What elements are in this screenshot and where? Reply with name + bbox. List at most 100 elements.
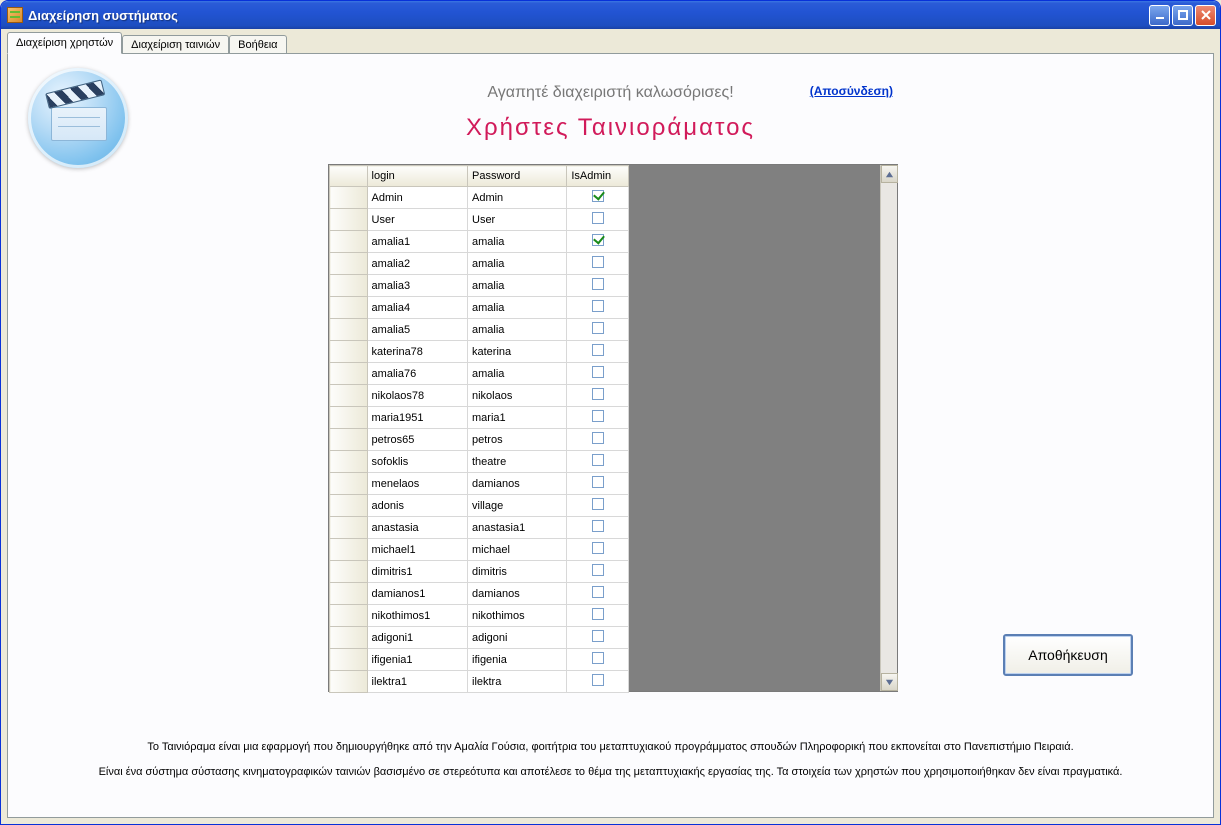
- cell-isadmin[interactable]: [567, 341, 629, 363]
- col-password[interactable]: Password: [468, 166, 567, 187]
- isadmin-checkbox[interactable]: [592, 498, 604, 510]
- table-row[interactable]: adonisvillage: [330, 495, 629, 517]
- row-header-corner[interactable]: [330, 166, 368, 187]
- cell-password[interactable]: amalia: [468, 275, 567, 297]
- row-header[interactable]: [330, 407, 368, 429]
- users-table[interactable]: login Password IsAdmin AdminAdminUserUse…: [329, 165, 629, 693]
- isadmin-checkbox[interactable]: [592, 564, 604, 576]
- row-header[interactable]: [330, 517, 368, 539]
- cell-password[interactable]: michael: [468, 539, 567, 561]
- users-grid[interactable]: login Password IsAdmin AdminAdminUserUse…: [328, 164, 898, 692]
- isadmin-checkbox[interactable]: [592, 630, 604, 642]
- table-row[interactable]: anastasiaanastasia1: [330, 517, 629, 539]
- cell-login[interactable]: amalia3: [367, 275, 467, 297]
- row-header[interactable]: [330, 319, 368, 341]
- row-header[interactable]: [330, 297, 368, 319]
- cell-isadmin[interactable]: [567, 451, 629, 473]
- isadmin-checkbox[interactable]: [592, 344, 604, 356]
- cell-password[interactable]: maria1: [468, 407, 567, 429]
- cell-isadmin[interactable]: [567, 363, 629, 385]
- row-header[interactable]: [330, 429, 368, 451]
- table-row[interactable]: amalia76amalia: [330, 363, 629, 385]
- table-row[interactable]: nikothimos1nikothimos: [330, 605, 629, 627]
- cell-login[interactable]: amalia5: [367, 319, 467, 341]
- cell-login[interactable]: nikolaos78: [367, 385, 467, 407]
- cell-isadmin[interactable]: [567, 297, 629, 319]
- isadmin-checkbox[interactable]: [592, 322, 604, 334]
- grid-scrollbar[interactable]: [880, 165, 897, 691]
- table-row[interactable]: menelaosdamianos: [330, 473, 629, 495]
- cell-password[interactable]: katerina: [468, 341, 567, 363]
- cell-password[interactable]: adigoni: [468, 627, 567, 649]
- isadmin-checkbox[interactable]: [592, 256, 604, 268]
- cell-password[interactable]: theatre: [468, 451, 567, 473]
- save-button[interactable]: Αποθήκευση: [1003, 634, 1133, 676]
- tab-users[interactable]: Διαχείριση χρηστών: [7, 32, 122, 54]
- cell-login[interactable]: anastasia: [367, 517, 467, 539]
- isadmin-checkbox[interactable]: [592, 542, 604, 554]
- row-header[interactable]: [330, 363, 368, 385]
- row-header[interactable]: [330, 627, 368, 649]
- cell-login[interactable]: amalia2: [367, 253, 467, 275]
- table-row[interactable]: maria1951maria1: [330, 407, 629, 429]
- tab-help[interactable]: Βοήθεια: [229, 35, 286, 54]
- table-row[interactable]: amalia2amalia: [330, 253, 629, 275]
- cell-password[interactable]: amalia: [468, 319, 567, 341]
- cell-password[interactable]: petros: [468, 429, 567, 451]
- table-row[interactable]: dimitris1dimitris: [330, 561, 629, 583]
- row-header[interactable]: [330, 451, 368, 473]
- row-header[interactable]: [330, 275, 368, 297]
- cell-isadmin[interactable]: [567, 539, 629, 561]
- cell-password[interactable]: amalia: [468, 297, 567, 319]
- cell-isadmin[interactable]: [567, 429, 629, 451]
- cell-login[interactable]: amalia76: [367, 363, 467, 385]
- isadmin-checkbox[interactable]: [592, 388, 604, 400]
- logout-link[interactable]: (Αποσύνδεση): [810, 84, 893, 98]
- row-header[interactable]: [330, 231, 368, 253]
- table-row[interactable]: ifigenia1ifigenia: [330, 649, 629, 671]
- cell-login[interactable]: menelaos: [367, 473, 467, 495]
- cell-isadmin[interactable]: [567, 495, 629, 517]
- cell-login[interactable]: adonis: [367, 495, 467, 517]
- row-header[interactable]: [330, 605, 368, 627]
- table-row[interactable]: amalia5amalia: [330, 319, 629, 341]
- row-header[interactable]: [330, 539, 368, 561]
- cell-password[interactable]: amalia: [468, 363, 567, 385]
- cell-login[interactable]: sofoklis: [367, 451, 467, 473]
- cell-isadmin[interactable]: [567, 319, 629, 341]
- cell-login[interactable]: ifigenia1: [367, 649, 467, 671]
- cell-password[interactable]: dimitris: [468, 561, 567, 583]
- cell-isadmin[interactable]: [567, 253, 629, 275]
- isadmin-checkbox[interactable]: [592, 454, 604, 466]
- cell-login[interactable]: dimitris1: [367, 561, 467, 583]
- scroll-down-button[interactable]: [881, 673, 898, 691]
- titlebar[interactable]: Διαχείρηση συστήματος: [1, 1, 1220, 29]
- isadmin-checkbox[interactable]: [592, 586, 604, 598]
- row-header[interactable]: [330, 561, 368, 583]
- isadmin-checkbox[interactable]: [592, 608, 604, 620]
- isadmin-checkbox[interactable]: [592, 234, 604, 246]
- cell-isadmin[interactable]: [567, 517, 629, 539]
- cell-isadmin[interactable]: [567, 605, 629, 627]
- cell-isadmin[interactable]: [567, 649, 629, 671]
- row-header[interactable]: [330, 583, 368, 605]
- cell-login[interactable]: nikothimos1: [367, 605, 467, 627]
- row-header[interactable]: [330, 253, 368, 275]
- isadmin-checkbox[interactable]: [592, 300, 604, 312]
- tab-movies[interactable]: Διαχείριση ταινιών: [122, 35, 229, 54]
- cell-password[interactable]: damianos: [468, 473, 567, 495]
- cell-login[interactable]: amalia1: [367, 231, 467, 253]
- cell-password[interactable]: ilektra: [468, 671, 567, 693]
- cell-password[interactable]: amalia: [468, 253, 567, 275]
- cell-isadmin[interactable]: [567, 209, 629, 231]
- row-header[interactable]: [330, 341, 368, 363]
- table-row[interactable]: michael1michael: [330, 539, 629, 561]
- cell-isadmin[interactable]: [567, 627, 629, 649]
- isadmin-checkbox[interactable]: [592, 674, 604, 686]
- cell-isadmin[interactable]: [567, 671, 629, 693]
- cell-password[interactable]: anastasia1: [468, 517, 567, 539]
- cell-login[interactable]: damianos1: [367, 583, 467, 605]
- cell-login[interactable]: amalia4: [367, 297, 467, 319]
- isadmin-checkbox[interactable]: [592, 410, 604, 422]
- isadmin-checkbox[interactable]: [592, 190, 604, 202]
